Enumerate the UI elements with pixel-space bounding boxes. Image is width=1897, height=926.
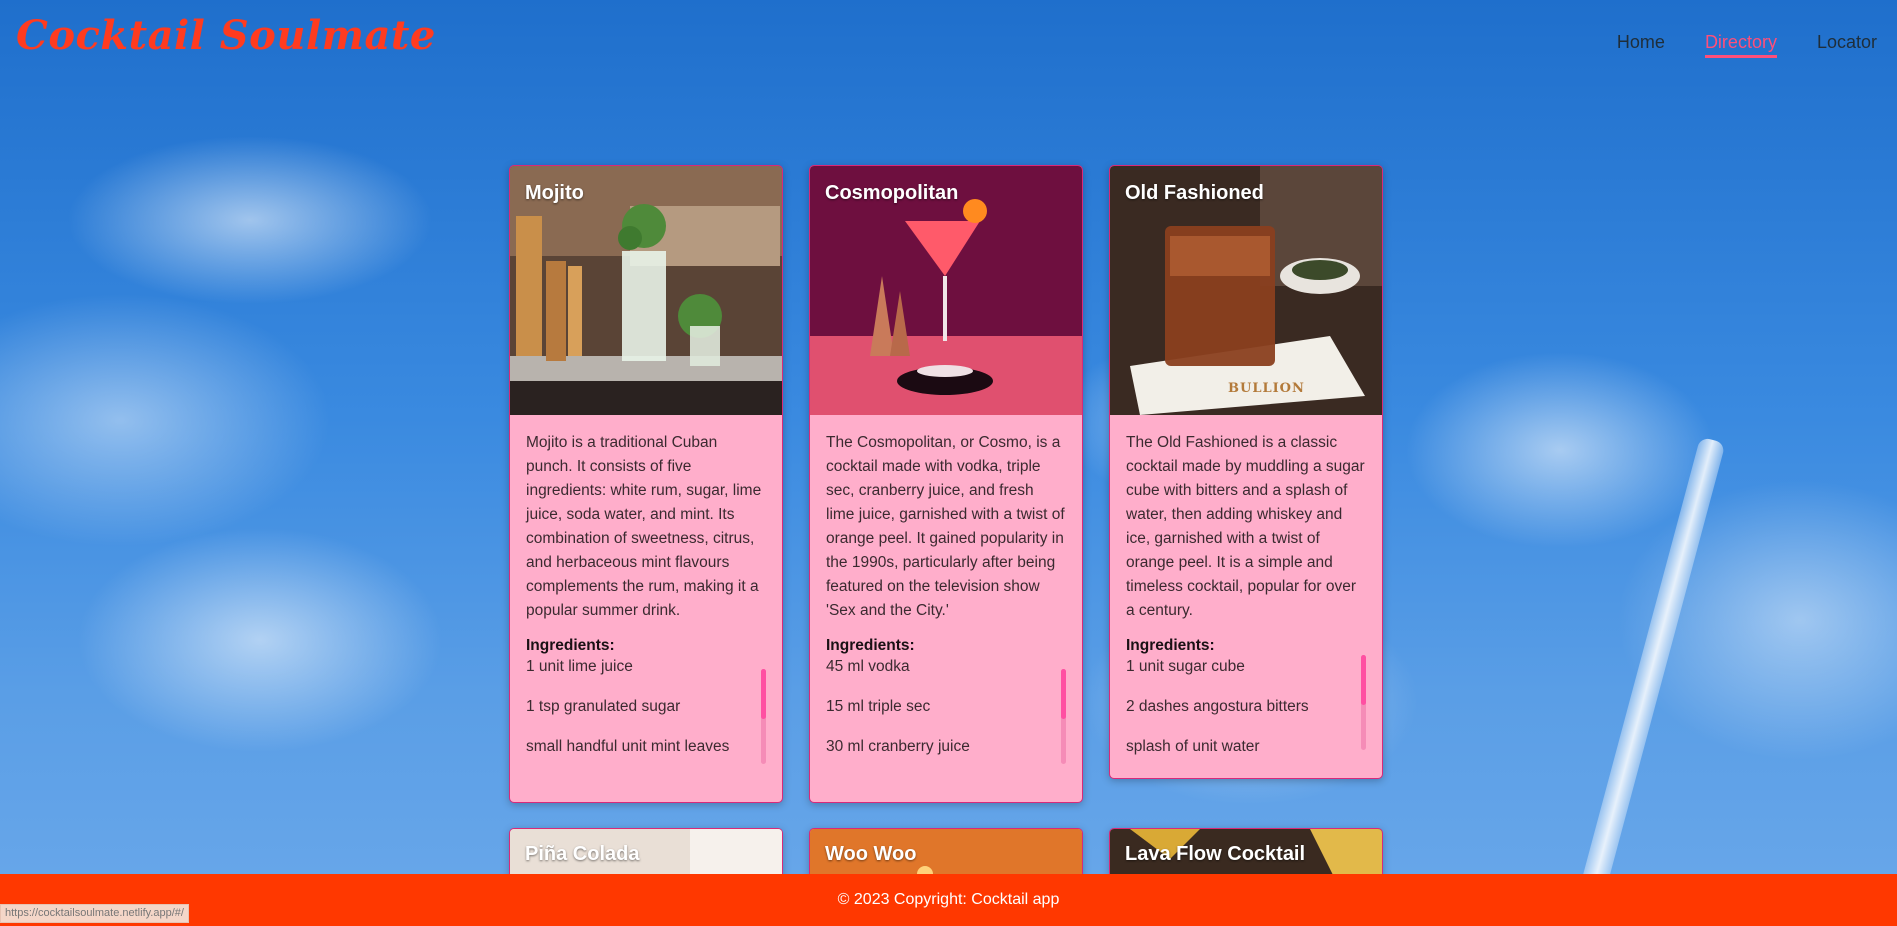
ingredients-list[interactable]: 45 ml vodka 15 ml triple sec 30 ml cranb…: [826, 655, 1066, 767]
ingredient-item: 2 dashes angostura bitters: [1126, 698, 1309, 715]
card-title: Woo Woo: [825, 843, 917, 865]
nav-directory[interactable]: Directory: [1704, 32, 1777, 58]
card-description: The Old Fashioned is a classic cocktail …: [1126, 434, 1365, 619]
ingredients-label: Ingredients:: [526, 637, 615, 654]
card-title: Cosmopolitan: [825, 182, 959, 204]
ingredient-item: 15 ml triple sec: [826, 698, 931, 715]
ingredients-list[interactable]: 1 unit lime juice 1 tsp granulated sugar…: [526, 655, 766, 767]
scrollbar-thumb[interactable]: [1061, 669, 1066, 719]
footer: © 2023 Copyright: Cocktail app: [0, 874, 1897, 926]
main-nav: Home Directory Locator: [1617, 32, 1877, 58]
ingredients-label: Ingredients:: [826, 637, 915, 654]
card-title: Piña Colada: [525, 843, 640, 865]
card-description: The Cosmopolitan, or Cosmo, is a cocktai…: [826, 434, 1065, 619]
ingredient-item: 1 tsp granulated sugar: [526, 698, 681, 715]
ingredients-label: Ingredients:: [1126, 637, 1215, 654]
cocktail-card-mojito[interactable]: Mojito Mojito is a traditional Cuban pun…: [509, 165, 783, 803]
cocktail-card-cosmopolitan[interactable]: Cosmopolitan The Cosmopolitan, or Cosmo,…: [809, 165, 1083, 803]
card-title: Mojito: [525, 182, 584, 204]
ingredient-item: small handful unit mint leaves: [526, 738, 730, 755]
ingredient-item: 1 unit sugar cube: [1126, 658, 1245, 675]
ingredient-item: 30 ml cranberry juice: [826, 738, 970, 755]
card-title: Old Fashioned: [1125, 182, 1264, 204]
cocktail-card-old-fashioned[interactable]: Old Fashioned BULLION The Old Fashioned …: [1109, 165, 1383, 779]
cocktail-image: Old Fashioned BULLION: [1110, 166, 1382, 415]
cocktail-image: Cosmopolitan: [810, 166, 1082, 415]
ingredient-item: 45 ml vodka: [826, 658, 910, 675]
card-title: Lava Flow Cocktail: [1125, 843, 1306, 865]
scrollbar-thumb[interactable]: [761, 669, 766, 719]
image-text: BULLION: [1228, 381, 1305, 396]
card-description: Mojito is a traditional Cuban punch. It …: [526, 434, 762, 619]
ingredients-list[interactable]: 1 unit sugar cube 2 dashes angostura bit…: [1126, 655, 1366, 767]
nav-home[interactable]: Home: [1617, 32, 1665, 58]
ingredient-item: 1 unit lime juice: [526, 658, 633, 675]
copyright-text: © 2023 Copyright: Cocktail app: [837, 891, 1060, 908]
nav-locator[interactable]: Locator: [1817, 32, 1877, 58]
scrollbar-thumb[interactable]: [1361, 655, 1366, 705]
ingredient-item: splash of unit water: [1126, 738, 1260, 755]
brand-logo[interactable]: Cocktail Soulmate: [16, 12, 436, 59]
status-bar-url: https://cocktailsoulmate.netlify.app/#/: [0, 904, 189, 923]
cocktail-image: Mojito: [510, 166, 782, 415]
